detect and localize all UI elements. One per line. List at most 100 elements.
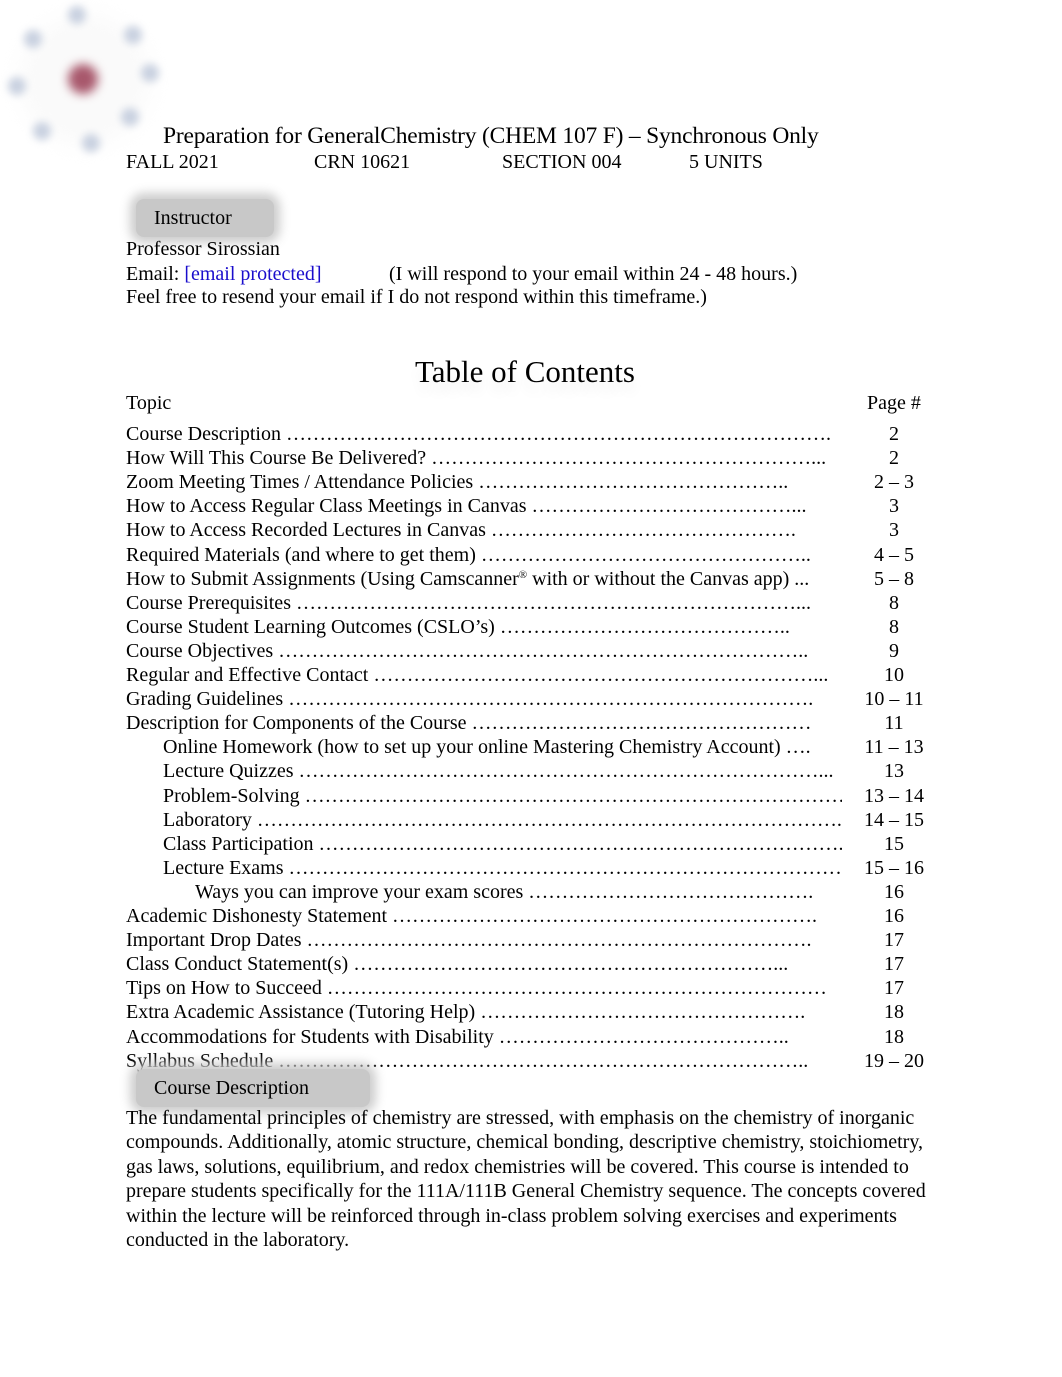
course-term: FALL 2021	[126, 151, 219, 173]
toc-entry-text: Regular and Effective Contact ……………………………	[126, 664, 829, 686]
toc-entry-page: 2	[889, 447, 899, 470]
toc-entry-text: Course Prerequisites ……………………………………………………	[126, 591, 811, 614]
toc-entry-label: How to Access Recorded Lectures in Canva…	[126, 519, 842, 542]
toc-entry[interactable]: Description for Components of the Course…	[0, 712, 1062, 736]
response-note: (I will respond to your email within 24 …	[389, 263, 798, 285]
toc-entry[interactable]: Course Student Learning Outcomes (CSLO’s…	[0, 616, 1062, 640]
toc-entry-page: 4 – 5	[874, 543, 914, 566]
toc-entry[interactable]: Regular and Effective Contact ……………………………	[0, 664, 1062, 688]
toc-entry[interactable]: How to Access Recorded Lectures in Canva…	[0, 519, 1062, 543]
toc-entry[interactable]: Important Drop Dates ……………………………………………………	[0, 929, 1062, 953]
logo-electron	[121, 108, 139, 126]
toc-entry[interactable]: Lecture Exams ………………………………………………………………………	[0, 857, 1062, 881]
toc-entry[interactable]: Class Participation ………………………………………………………	[0, 833, 1062, 857]
toc-entry[interactable]: Course Objectives ……………………………………………………………	[0, 640, 1062, 664]
toc-entry-page: 18	[884, 1001, 904, 1024]
course-units: 5 UNITS	[689, 151, 763, 173]
instructor-name: Professor Sirossian	[126, 238, 280, 260]
toc-entry-label: How to Submit Assignments (Using Camscan…	[126, 568, 842, 591]
toc-entry-label: Problem-Solving …………………………………………………………………	[163, 785, 842, 808]
toc-entry-page: 2	[889, 423, 899, 445]
toc-entry-page: 19 – 20	[864, 1049, 924, 1072]
toc-entry-label: How Will This Course Be Delivered? ………………	[126, 447, 842, 470]
toc-entry[interactable]: Zoom Meeting Times / Attendance Policies…	[0, 471, 1062, 495]
toc-entry-text: Important Drop Dates ……………………………………………………	[126, 929, 812, 952]
toc-entry-page: 17	[884, 953, 904, 976]
logo-electron	[124, 26, 142, 44]
toc-entry[interactable]: How Will This Course Be Delivered? ………………	[0, 447, 1062, 471]
toc-entry-text: Online Homework (how to set up your onli…	[163, 736, 811, 759]
toc-entry[interactable]: Required Materials (and where to get the…	[0, 544, 1062, 568]
toc-entry-text: Accommodations for Students with Disabil…	[126, 1025, 789, 1048]
logo-nucleus	[68, 64, 98, 94]
toc-entry-label: Class Participation ………………………………………………………	[163, 833, 842, 856]
toc-entry-label: Lecture Exams ………………………………………………………………………	[163, 857, 842, 880]
atom-logo-icon	[0, 0, 170, 160]
toc-entry-label: Important Drop Dates ……………………………………………………	[126, 929, 842, 952]
toc-entry-page: 18	[884, 1025, 904, 1048]
toc-entry[interactable]: Grading Guidelines …………………………………………………………	[0, 688, 1062, 712]
toc-entry-page: 16	[884, 905, 904, 927]
toc-entry-label: Regular and Effective Contact ……………………………	[126, 664, 842, 687]
toc-entry-text: Course Description …………………………………………………………	[126, 423, 831, 445]
instructor-email-line: Email: [email protected]	[126, 262, 321, 286]
email-link[interactable]: [email protected]	[184, 263, 321, 285]
course-section: SECTION 004	[502, 151, 622, 173]
toc-entry[interactable]: Problem-Solving …………………………………………………………………	[0, 785, 1062, 809]
toc-entry[interactable]: Laboratory ………………………………………………………………………………	[0, 809, 1062, 833]
toc-entry-page: 13	[884, 760, 904, 783]
toc-entry-label: Academic Dishonesty Statement ……………………………	[126, 905, 842, 928]
toc-entry[interactable]: Class Conduct Statement(s) ……………………………………	[0, 953, 1062, 977]
email-label: Email:	[126, 263, 180, 285]
resend-note: Feel free to resend your email if I do n…	[126, 286, 707, 308]
logo-electron	[82, 134, 100, 152]
toc-entry[interactable]: Ways you can improve your exam scores ………	[0, 881, 1062, 905]
toc-entry-page: 10 – 11	[864, 688, 924, 711]
toc-entry-text: How Will This Course Be Delivered? ………………	[126, 447, 827, 470]
toc-entry-text: Lecture Exams ………………………………………………………………………	[163, 856, 842, 879]
toc-title: Table of Contents	[415, 354, 635, 389]
toc-entry-label: Ways you can improve your exam scores ………	[195, 881, 842, 904]
toc-entry-page: 14 – 15	[864, 808, 924, 831]
toc-entry-label: How to Access Regular Class Meetings in …	[126, 495, 842, 518]
toc-entry[interactable]: Lecture Quizzes …………………………………………………………………	[0, 760, 1062, 784]
toc-entry-text: Laboratory ………………………………………………………………………………	[163, 808, 842, 831]
toc-entry-page: 3	[889, 495, 899, 518]
toc-entry-page: 11	[884, 712, 904, 735]
toc-entry-text: How to Access Recorded Lectures in Canva…	[126, 519, 796, 542]
toc-entry-text: Lecture Quizzes …………………………………………………………………	[163, 760, 834, 783]
toc-entry-page: 17	[884, 929, 904, 952]
toc-entry-page: 16	[884, 880, 904, 903]
toc-entry-text: Class Participation ………………………………………………………	[163, 832, 842, 855]
toc-entry-page: 9	[889, 639, 899, 662]
logo-electron	[24, 30, 42, 48]
toc-entry[interactable]: Course Description …………………………………………………………	[0, 423, 1062, 447]
toc-entry-label: Course Student Learning Outcomes (CSLO’s…	[126, 616, 842, 639]
toc-entry-label: Zoom Meeting Times / Attendance Policies…	[126, 471, 842, 494]
toc-entry[interactable]: Tips on How to Succeed ………………………………………………	[0, 977, 1062, 1001]
toc-entry[interactable]: Extra Academic Assistance (Tutoring Help…	[0, 1001, 1062, 1025]
toc-page-header: Page #	[867, 392, 921, 414]
toc-entry-label: Tips on How to Succeed ………………………………………………	[126, 977, 842, 1000]
toc-entry-label: Lecture Quizzes …………………………………………………………………	[163, 760, 842, 783]
toc-entry[interactable]: Accommodations for Students with Disabil…	[0, 1026, 1062, 1050]
logo-electron	[8, 77, 26, 95]
toc-entry-label: Online Homework (how to set up your onli…	[163, 736, 842, 759]
toc-entry-label: Class Conduct Statement(s) ……………………………………	[126, 953, 842, 976]
toc-entry-page: 10	[884, 664, 904, 686]
course-crn: CRN 10621	[314, 151, 411, 173]
course-description-heading: Course Description	[136, 1069, 370, 1107]
toc-entry-page: 8	[889, 615, 899, 638]
toc-entry-text: Grading Guidelines …………………………………………………………	[126, 688, 814, 711]
toc-entry-page: 2 – 3	[874, 471, 914, 494]
toc-entry[interactable]: Course Prerequisites ……………………………………………………	[0, 592, 1062, 616]
toc-entry[interactable]: How to Submit Assignments (Using Camscan…	[0, 568, 1062, 592]
toc-entry-text: Problem-Solving …………………………………………………………………	[163, 784, 842, 807]
course-title: Preparation for GeneralChemistry (CHEM 1…	[163, 123, 819, 149]
toc-entry[interactable]: Online Homework (how to set up your onli…	[0, 736, 1062, 760]
logo-electron	[33, 122, 51, 140]
toc-entry[interactable]: Academic Dishonesty Statement ……………………………	[0, 905, 1062, 929]
toc-entry[interactable]: How to Access Regular Class Meetings in …	[0, 495, 1062, 519]
toc-entry-text: Description for Components of the Course…	[126, 712, 812, 735]
registered-mark: ®	[518, 568, 528, 581]
